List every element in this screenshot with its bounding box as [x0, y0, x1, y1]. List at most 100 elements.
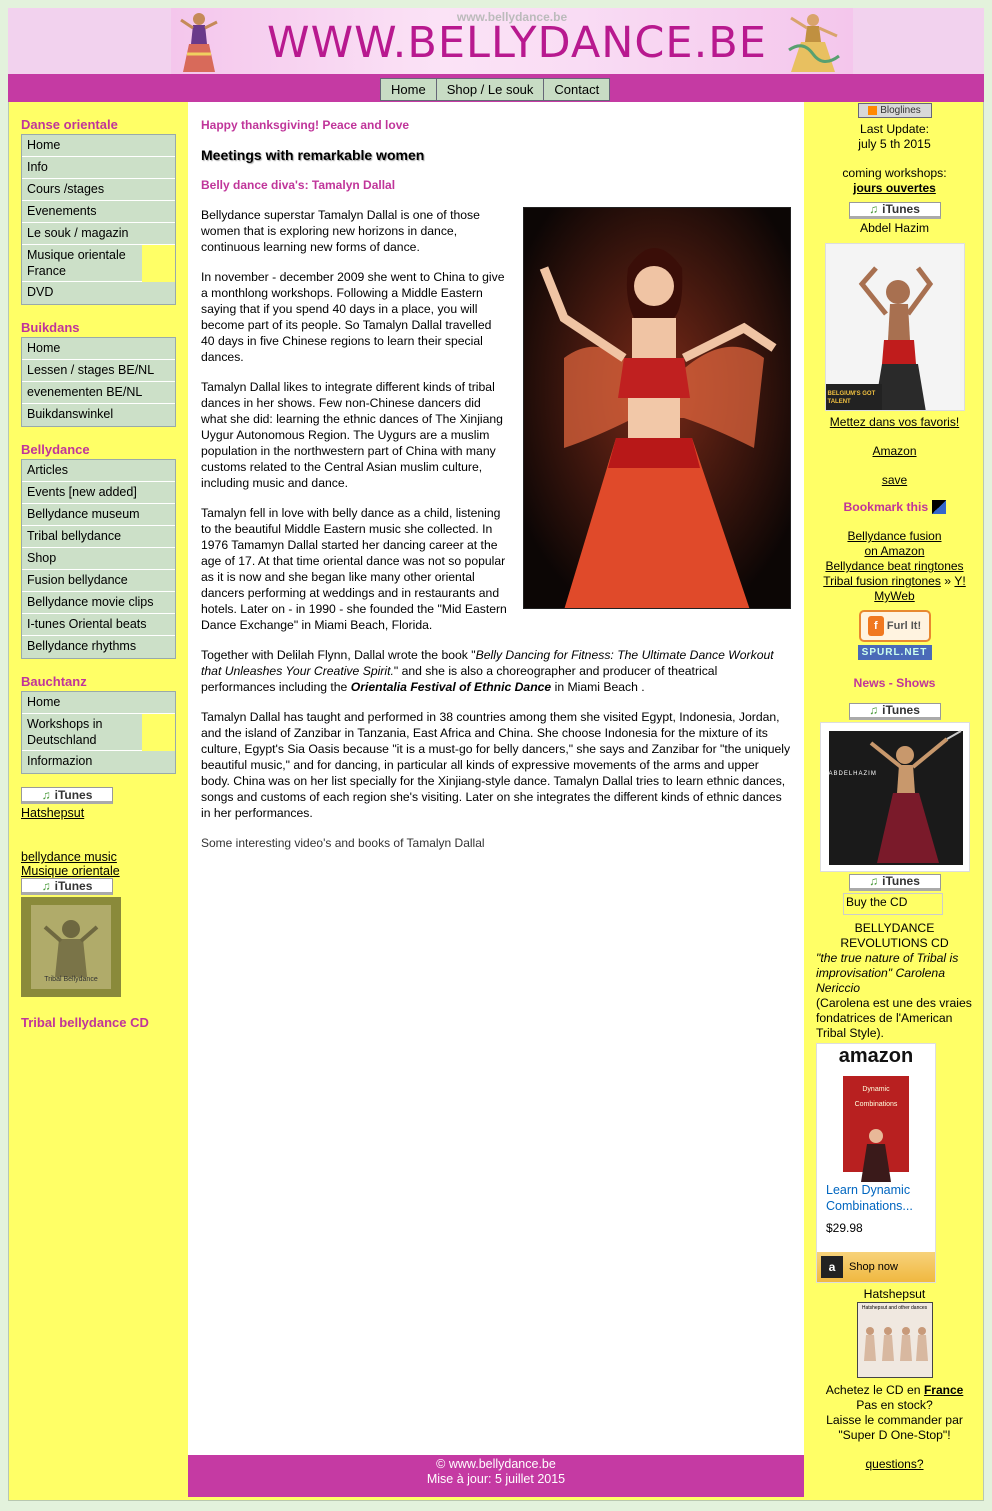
footer: © www.bellydance.be Mise à jour: 5 juill… [188, 1455, 804, 1497]
menu-item[interactable]: Lessen / stages BE/NL [22, 360, 175, 382]
menu-item[interactable]: Bellydance rhythms [22, 636, 175, 658]
hatshepsut-link[interactable]: Hatshepsut [21, 806, 84, 820]
menu-item[interactable]: Informazion [22, 751, 175, 773]
itunes-button[interactable]: ♫ iTunes [848, 202, 941, 219]
menu-item[interactable]: I-tunes Oriental beats [22, 614, 175, 636]
rss-icon [868, 105, 878, 115]
talent-dancer-image [825, 266, 933, 410]
cd-name-1: BELLYDANCE [854, 921, 935, 935]
nav-contact[interactable]: Contact [543, 78, 611, 101]
stock-text: Pas en stock? [856, 1398, 933, 1412]
site-banner[interactable]: www.bellydance.be WWW.BELLYDANCE.BE [171, 8, 853, 74]
music-note-icon: ♫ [41, 787, 51, 802]
tribal-quote: "the true nature of Tribal is improvisat… [816, 951, 959, 995]
questions-link[interactable]: questions? [865, 1457, 923, 1471]
order-text-2: "Super D One-Stop"! [838, 1428, 951, 1442]
amazon-product-link[interactable]: Learn Dynamic Combinations... [826, 1183, 913, 1213]
tribal-ringtones-link[interactable]: Tribal fusion ringtones [823, 574, 941, 588]
poster-dancer-image [828, 730, 963, 865]
nav-home[interactable]: Home [380, 78, 437, 101]
bookmark-icon [931, 500, 946, 514]
bellydance-fusion-link[interactable]: Bellydance fusion on Amazon [847, 529, 941, 558]
favorites-link[interactable]: Mettez dans vos favoris! [830, 415, 959, 429]
menu-item[interactable]: Fusion bellydance [22, 570, 175, 592]
furl-button[interactable]: f Furl It! [858, 610, 931, 642]
artist-name: Abdel Hazim [859, 221, 930, 235]
spurl-button[interactable]: SPURL.NET [857, 645, 932, 660]
menu-item[interactable]: Musique orientale France [22, 245, 142, 282]
dancer-left-figure [180, 13, 218, 72]
menu-item[interactable]: Workshops in Deutschland [22, 714, 142, 751]
france-link[interactable]: France [924, 1383, 963, 1397]
paragraph-5: Together with Delilah Flynn, Dallal wrot… [201, 648, 774, 694]
amazon-shop-now-button[interactable]: a Shop now [817, 1252, 935, 1282]
menu-item[interactable]: Tribal bellydance [22, 526, 175, 548]
itunes-button[interactable]: ♫ iTunes [21, 878, 113, 895]
main-content: Happy thanksgiving! Peace and love Meeti… [188, 102, 804, 1455]
paragraph-7: Some interesting video's and books of Ta… [201, 836, 485, 850]
hatshepsut-cover-image [863, 1327, 928, 1361]
right-sidebar: Bloglines Last Update: july 5 th 2015 co… [805, 102, 984, 1472]
amazon-logo: amazon [838, 1045, 914, 1067]
menu-item[interactable]: Home [22, 135, 175, 157]
article-headline: Meetings with remarkable women [201, 147, 425, 163]
cd-name-2: REVOLUTIONS CD [840, 936, 949, 950]
menu-item[interactable]: Cours /stages [22, 179, 175, 201]
itunes-button[interactable]: ♫ iTunes [21, 787, 113, 804]
menu-item[interactable]: Home [22, 692, 175, 714]
menu-item[interactable]: Events [new added] [22, 482, 175, 504]
menu-item[interactable]: Evenements [22, 201, 175, 223]
menu-item[interactable]: Info [22, 157, 175, 179]
show-poster[interactable]: ABDELHAZIM [819, 722, 970, 872]
musique-orientale-link[interactable]: Musique orientale [21, 864, 120, 878]
talent-photo[interactable]: BELGIUM'S GOT TALENT [824, 243, 965, 411]
furl-icon: f [867, 616, 884, 637]
hatshepsut-label: Hatshepsut [863, 1287, 926, 1301]
dancer-photo-image [524, 208, 790, 608]
save-link[interactable]: save [882, 473, 907, 487]
menu-item[interactable]: Bellydance museum [22, 504, 175, 526]
menu-bellydance: Articles Events [new added] Bellydance m… [21, 459, 176, 659]
section-title-bauchtanz: Bauchtanz [21, 674, 87, 689]
poster-text: ABDELHAZIM [828, 771, 877, 777]
header: www.bellydance.be WWW.BELLYDANCE.BE [8, 8, 984, 74]
bellydance-music-link[interactable]: bellydance music [21, 850, 117, 864]
menu-item[interactable]: Buikdanswinkel [22, 404, 175, 426]
menu-item[interactable]: Articles [22, 460, 175, 482]
menu-item[interactable]: Bellydance movie clips [22, 592, 175, 614]
section-title-buikdans: Buikdans [21, 320, 80, 335]
amazon-widget[interactable]: amazon Dynamic Combinations Learn Dynami… [816, 1043, 936, 1283]
menu-item[interactable]: Le souk / magazin [22, 223, 175, 245]
hatshepsut-cover-text: Hatshepsut and other dances [861, 1305, 928, 1311]
amazon-cart-icon: a [821, 1256, 843, 1278]
article-subhead: Belly dance diva's: Tamalyn Dallal [201, 178, 396, 192]
amazon-book-cover: Dynamic Combinations [843, 1076, 909, 1182]
footer-updated: Mise à jour: 5 juillet 2015 [426, 1472, 566, 1486]
menu-item[interactable]: DVD [22, 282, 175, 304]
yahoo-link[interactable]: Y! [954, 574, 965, 588]
bookmark-label[interactable]: Bookmark this [805, 500, 984, 515]
menu-bauchtanz: Home Workshops in Deutschland Informazio… [21, 691, 176, 774]
news-title: News - Shows [853, 676, 936, 690]
amazon-link[interactable]: Amazon [872, 444, 916, 458]
myweb-link[interactable]: MyWeb [874, 589, 914, 603]
dancer-right-figure [788, 14, 840, 72]
paragraph-6: Tamalyn Dallal has taught and performed … [201, 710, 791, 820]
music-note-icon: ♫ [869, 874, 879, 888]
music-note-icon: ♫ [869, 202, 879, 216]
itunes-button[interactable]: ♫ iTunes [848, 703, 941, 720]
section-title-danse-orientale: Danse orientale [21, 117, 118, 132]
itunes-button[interactable]: ♫ iTunes [848, 874, 941, 891]
workshops-link[interactable]: jours ouvertes [853, 181, 936, 195]
beat-ringtones-link[interactable]: Bellydance beat ringtones [825, 559, 963, 573]
top-navigation: Home Shop / Le souk Contact [380, 78, 611, 101]
tribal-note: (Carolena est une des vraies fondatrices… [816, 996, 972, 1040]
hatshepsut-cd-cover[interactable]: Hatshepsut and other dances [856, 1302, 933, 1378]
nav-shop[interactable]: Shop / Le souk [435, 78, 545, 101]
menu-item[interactable]: evenementen BE/NL [22, 382, 175, 404]
bloglines-button[interactable]: Bloglines [857, 103, 932, 118]
tribal-cd-cover[interactable]: Tribal Bellydance [21, 897, 121, 997]
menu-item[interactable]: Shop [22, 548, 175, 570]
menu-item[interactable]: Home [22, 338, 175, 360]
buy-cd-box[interactable]: Buy the CD [843, 893, 943, 915]
